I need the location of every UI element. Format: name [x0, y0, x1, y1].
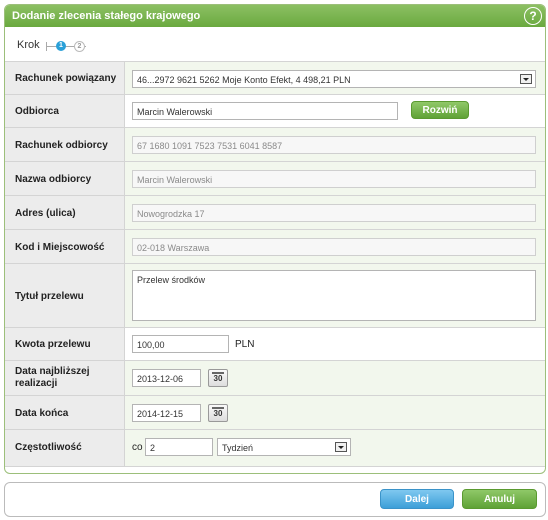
row-data-konca: Data końca 2014-12-15 30: [5, 395, 545, 430]
data-najblizsza-input[interactable]: 2013-12-06: [132, 369, 201, 387]
data-najblizsza-label-1: Data najbliższej: [15, 366, 90, 377]
kod-label: Kod i Miejscowość: [15, 242, 105, 253]
calendar-icon[interactable]: 30: [208, 369, 228, 387]
row-adres: Adres (ulica) Nowogrodzka 17: [5, 195, 545, 230]
row-tytul: Tytuł przelewu Przelew środków: [5, 263, 545, 328]
data-konca-input[interactable]: 2014-12-15: [132, 404, 201, 422]
tytul-label: Tytuł przelewu: [15, 291, 84, 302]
chevron-down-icon[interactable]: [335, 442, 347, 452]
row-kod-miejscowosc: Kod i Miejscowość 02-018 Warszawa: [5, 229, 545, 264]
title-bar: Dodanie zlecenia stałego krajowego ?: [5, 5, 545, 27]
rozwin-button[interactable]: Rozwiń: [411, 101, 469, 119]
calendar-icon[interactable]: 30: [208, 404, 228, 422]
footer-bar: Dalej Anuluj: [4, 482, 546, 517]
nazwa-odbiorcy-label: Nazwa odbiorcy: [15, 174, 92, 185]
data-konca-label: Data końca: [15, 408, 69, 419]
rachunek-powiazany-label: Rachunek powiązany: [15, 73, 117, 84]
row-czestotliwosc: Częstotliwość co 2 Tydzień: [5, 429, 545, 467]
page-title: Dodanie zlecenia stałego krajowego: [12, 10, 201, 22]
kwota-input[interactable]: 100,00: [132, 335, 229, 353]
co-label: co: [132, 442, 143, 453]
adres-input[interactable]: Nowogrodzka 17: [132, 204, 536, 222]
czestotliwosc-label: Częstotliwość: [15, 442, 82, 453]
row-nazwa-odbiorcy: Nazwa odbiorcy Marcin Walerowski: [5, 161, 545, 196]
cancel-button[interactable]: Anuluj: [462, 489, 537, 509]
odbiorca-input[interactable]: Marcin Walerowski: [132, 102, 398, 120]
rachunek-powiazany-value: 46...2972 9621 5262 Moje Konto Efekt, 4 …: [137, 75, 351, 85]
next-button[interactable]: Dalej: [380, 489, 454, 509]
odbiorca-label: Odbiorca: [15, 106, 59, 117]
help-icon[interactable]: ?: [524, 7, 542, 25]
row-kwota: Kwota przelewu 100,00 PLN: [5, 327, 545, 361]
row-rachunek-powiazany: Rachunek powiązany 46...2972 9621 5262 M…: [5, 61, 545, 95]
step-1-dot: 1: [56, 41, 66, 51]
czestotliwosc-unit-select[interactable]: Tydzień: [217, 438, 351, 456]
currency-label: PLN: [235, 339, 255, 350]
step-2-dot: 2: [74, 41, 85, 52]
tytul-textarea[interactable]: Przelew środków: [132, 270, 536, 321]
kod-input[interactable]: 02-018 Warszawa: [132, 238, 536, 256]
step-indicator: Krok 1 2: [5, 27, 545, 61]
kwota-label: Kwota przelewu: [15, 339, 91, 350]
row-data-najblizsza: Data najbliższej realizacji 2013-12-06 3…: [5, 360, 545, 396]
form-panel: Dodanie zlecenia stałego krajowego ? Kro…: [4, 4, 546, 474]
step-label: Krok: [17, 39, 40, 51]
row-odbiorca: Odbiorca Marcin Walerowski Rozwiń: [5, 94, 545, 128]
czestotliwosc-input[interactable]: 2: [145, 438, 213, 456]
rachunek-odbiorcy-input[interactable]: 67 1680 1091 7523 7531 6041 8587: [132, 136, 536, 154]
nazwa-odbiorcy-input[interactable]: Marcin Walerowski: [132, 170, 536, 188]
czestotliwosc-unit-value: Tydzień: [222, 443, 254, 453]
row-rachunek-odbiorcy: Rachunek odbiorcy 67 1680 1091 7523 7531…: [5, 127, 545, 162]
rachunek-odbiorcy-label: Rachunek odbiorcy: [15, 140, 108, 151]
rachunek-powiazany-select[interactable]: 46...2972 9621 5262 Moje Konto Efekt, 4 …: [132, 70, 536, 88]
data-najblizsza-label-2: realizacji: [15, 378, 58, 389]
adres-label: Adres (ulica): [15, 208, 76, 219]
chevron-down-icon[interactable]: [520, 74, 532, 84]
